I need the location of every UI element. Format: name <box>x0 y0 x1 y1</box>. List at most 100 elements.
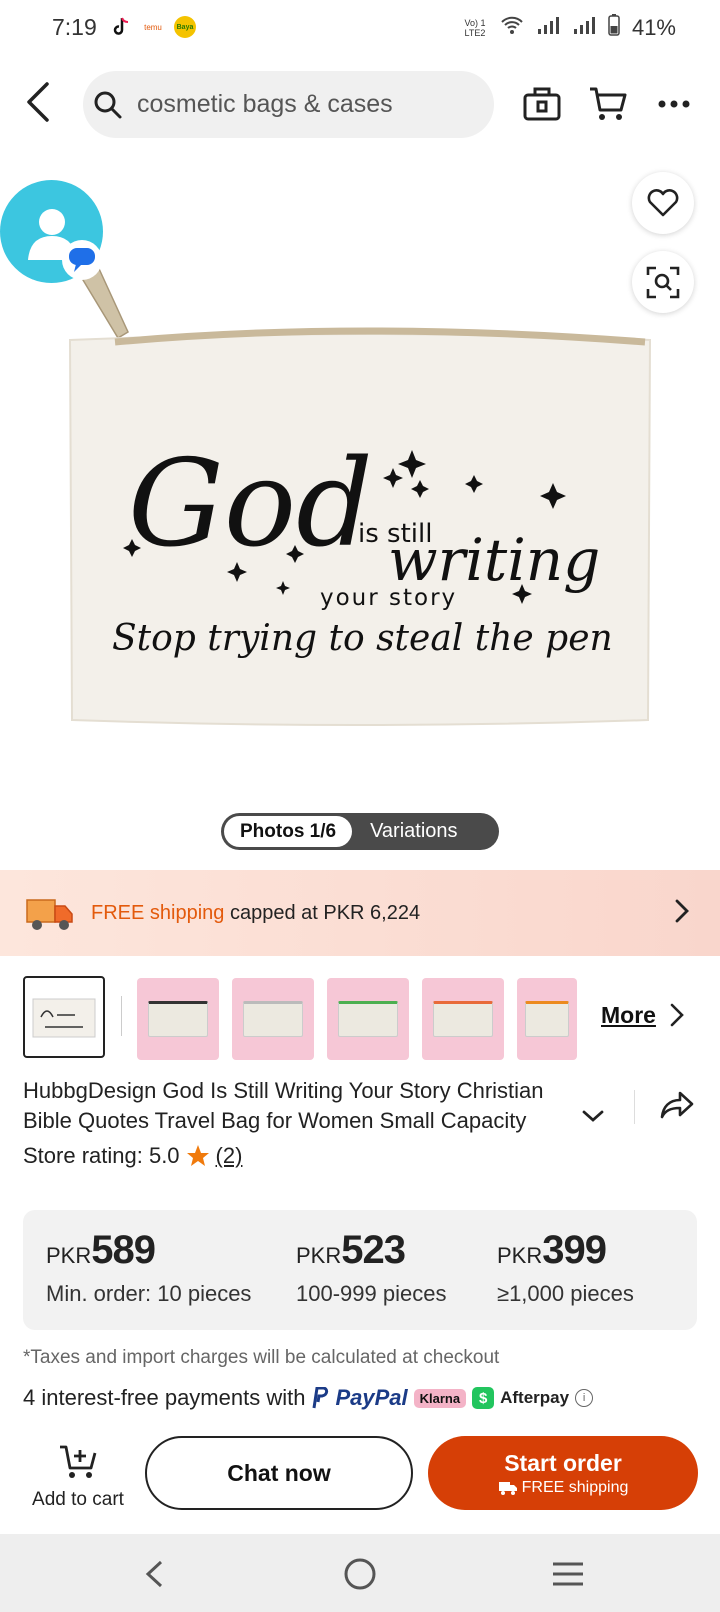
thumbnail[interactable] <box>517 978 577 1060</box>
thumbnail-image <box>338 1001 398 1037</box>
share-divider <box>634 1090 635 1124</box>
bag-text-stop: Stop trying to steal the pen <box>112 618 613 659</box>
bag-text-writing: writing <box>388 526 600 594</box>
status-app-icons: temu Baya <box>110 16 196 38</box>
payment-text: 4 interest-free payments with <box>23 1385 306 1410</box>
nav-back-button[interactable] <box>134 1556 174 1592</box>
gallery-toggle[interactable]: Photos 1/6 Variations <box>221 813 499 850</box>
price-tier: PKR523 100-999 pieces <box>296 1228 446 1307</box>
more-thumbnails-link[interactable]: More <box>601 1002 656 1029</box>
more-dots-icon <box>658 100 690 108</box>
klarna-badge: Klarna <box>413 1388 467 1408</box>
free-shipping-highlight: FREE shipping <box>91 901 225 924</box>
wifi-icon <box>500 15 524 41</box>
search-input[interactable]: cosmetic bags & cases <box>83 71 494 138</box>
visual-search-icon <box>646 266 680 299</box>
variation-thumbnails: More <box>23 976 713 1060</box>
add-cart-icon <box>60 1445 97 1478</box>
shipping-cap: capped at PKR 6,224 <box>224 901 421 924</box>
thumbnail-image <box>433 1001 493 1037</box>
thumbnail[interactable] <box>327 978 409 1060</box>
thumbnail[interactable] <box>137 978 219 1060</box>
camera-icon <box>523 87 561 121</box>
info-icon[interactable]: i <box>575 1389 594 1407</box>
bag-text-god: God <box>128 435 373 574</box>
paypal-icon <box>312 1387 329 1409</box>
heart-icon <box>647 189 679 217</box>
camera-search-button[interactable] <box>520 82 564 126</box>
product-image: God is still writing your story Stop try… <box>68 258 652 726</box>
truck-icon <box>26 899 73 930</box>
back-button[interactable] <box>16 80 60 124</box>
start-order-button[interactable]: Start order FREE shipping <box>428 1436 698 1510</box>
status-bar: 7:19 temu Baya Vo) 1 LTE2 41% <box>0 0 720 60</box>
rating-text: Store rating: 5.0 <box>23 1143 180 1168</box>
thumbnail-image <box>148 1001 208 1037</box>
truck-icon <box>498 1481 517 1495</box>
network-label: Vo) 1 LTE2 <box>464 18 486 38</box>
thumbnail[interactable] <box>422 978 504 1060</box>
top-header: cosmetic bags & cases <box>0 68 720 138</box>
thumbnail-image <box>525 1001 569 1037</box>
price-quantity: 100-999 pieces <box>296 1281 447 1306</box>
thumbnail-image <box>243 1001 303 1037</box>
thumbnail-image <box>32 998 96 1038</box>
game-app-icon: Baya <box>174 16 196 38</box>
add-to-cart-button[interactable]: Add to cart <box>23 1444 133 1511</box>
system-nav-bar <box>0 1534 720 1612</box>
product-gallery[interactable]: God is still writing your story Stop try… <box>0 150 720 850</box>
search-query: cosmetic bags & cases <box>137 90 393 118</box>
store-rating: Store rating: 5.0 (2) <box>23 1143 242 1169</box>
price-tier: PKR399 ≥1,000 pieces <box>497 1228 634 1307</box>
tiktok-icon <box>110 16 132 38</box>
battery-percent: 41% <box>631 15 676 40</box>
share-button[interactable] <box>660 1090 694 1120</box>
free-shipping-label: FREE shipping <box>521 1478 629 1496</box>
chevron-right-icon <box>675 899 689 923</box>
rating-count-link[interactable]: (2) <box>216 1143 243 1169</box>
nav-back-icon <box>145 1560 163 1588</box>
add-to-cart-label: Add to cart <box>32 1489 124 1510</box>
thumbnail[interactable] <box>232 978 314 1060</box>
chat-badge <box>62 240 102 280</box>
price-tiers: PKR589 Min. order: 10 pieces PKR523 100-… <box>23 1210 697 1330</box>
search-icon <box>93 90 123 120</box>
start-order-label: Start order <box>504 1449 622 1476</box>
image-search-button[interactable] <box>632 251 694 313</box>
price-currency: PKR <box>46 1243 92 1268</box>
favorite-button[interactable] <box>632 172 694 234</box>
chat-now-button[interactable]: Chat now <box>145 1436 413 1510</box>
price-quantity: ≥1,000 pieces <box>497 1281 634 1306</box>
expand-title-button[interactable] <box>580 1108 606 1124</box>
signal-icon <box>536 15 560 41</box>
cart-button[interactable] <box>586 82 630 126</box>
price-currency: PKR <box>497 1243 543 1268</box>
nav-recents-button[interactable] <box>548 1556 588 1592</box>
bottom-action-bar: Add to cart Chat now Start order FREE sh… <box>0 1430 720 1520</box>
chevron-right-icon <box>670 1003 684 1027</box>
paypal-label: PayPal <box>335 1385 408 1410</box>
price-amount: 399 <box>542 1228 607 1272</box>
bag-text-your-story: your story <box>320 585 457 611</box>
price-currency: PKR <box>296 1243 342 1268</box>
signal-icon <box>572 15 596 41</box>
nav-menu-icon <box>553 1562 583 1586</box>
back-arrow-icon <box>27 82 49 122</box>
photos-tab[interactable]: Photos 1/6 <box>224 816 353 847</box>
status-right: Vo) 1 LTE2 41% <box>462 14 676 42</box>
thumbnail-selected[interactable] <box>23 976 105 1058</box>
price-amount: 523 <box>341 1228 406 1272</box>
shipping-text: FREE shipping capped at PKR 6,224 <box>91 902 420 925</box>
variations-tab[interactable]: Variations <box>370 820 457 843</box>
afterpay-badge: $ <box>472 1387 495 1409</box>
free-shipping-note: FREE shipping <box>498 1478 629 1497</box>
price-tier: PKR589 Min. order: 10 pieces <box>46 1228 251 1307</box>
shipping-banner[interactable]: FREE shipping capped at PKR 6,224 <box>0 870 720 956</box>
battery-icon <box>608 14 620 42</box>
more-menu-button[interactable] <box>652 82 696 126</box>
tax-note: *Taxes and import charges will be calcul… <box>23 1347 500 1368</box>
message-bubble-icon <box>69 248 95 272</box>
price-quantity: Min. order: 10 pieces <box>46 1281 252 1306</box>
nav-home-button[interactable] <box>340 1556 380 1592</box>
star-icon <box>186 1145 209 1166</box>
